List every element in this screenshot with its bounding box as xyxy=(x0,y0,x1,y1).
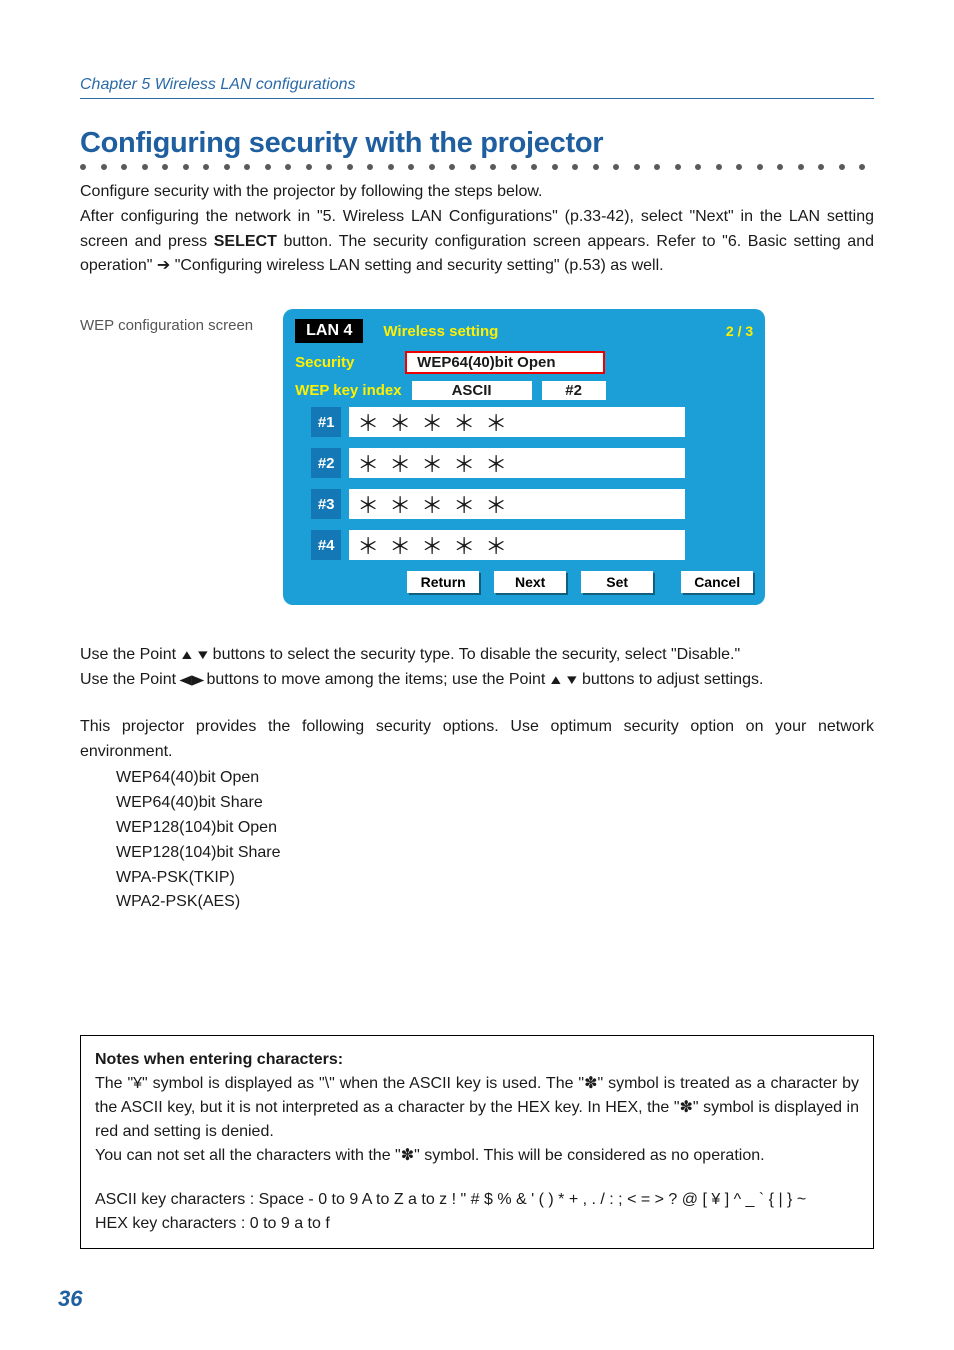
cancel-button[interactable]: Cancel xyxy=(681,571,753,593)
security-label: Security xyxy=(295,354,395,371)
text-fragment: buttons to move among the items; use the… xyxy=(202,671,550,688)
key-row-4: #4 ＊＊＊＊＊ xyxy=(311,530,753,560)
key-input-1[interactable]: ＊＊＊＊＊ xyxy=(349,407,685,437)
security-options-list: WEP64(40)bit Open WEP64(40)bit Share WEP… xyxy=(116,766,874,915)
section-title: Configuring security with the projector xyxy=(80,127,874,160)
up-down-triangles-icon: ▲▼ xyxy=(178,645,210,666)
page-indicator: 2 / 3 xyxy=(726,323,753,339)
security-value-box[interactable]: WEP64(40)bit Open xyxy=(405,351,605,374)
notes-p3: ASCII key characters : Space - 0 to 9 A … xyxy=(95,1188,859,1212)
set-button[interactable]: Set xyxy=(581,571,653,593)
intro-paragraph: Configure security with the projector by… xyxy=(80,180,874,279)
text-fragment: "Configuring wireless LAN setting and se… xyxy=(170,257,663,274)
text-fragment: buttons to adjust settings. xyxy=(578,671,764,688)
key-num-2: #2 xyxy=(311,448,341,478)
text-fragment: buttons to select the security type. To … xyxy=(208,646,740,663)
screenshot-caption: WEP configuration screen xyxy=(80,317,253,334)
text-fragment: Use the Point xyxy=(80,646,181,663)
dotted-separator xyxy=(80,164,874,170)
body-p1: Use the Point ▲▼ buttons to select the s… xyxy=(80,643,874,668)
wep-key-index-row: WEP key index ASCII #2 xyxy=(295,381,753,400)
key-row-1: #1 ＊＊＊＊＊ xyxy=(311,407,753,437)
dialog-header-row: LAN 4 Wireless setting 2 / 3 xyxy=(295,319,753,343)
key-row-2: #2 ＊＊＊＊＊ xyxy=(311,448,753,478)
text-fragment: Use the Point xyxy=(80,671,181,688)
key-index-value-box[interactable]: #2 xyxy=(542,381,606,400)
key-input-4[interactable]: ＊＊＊＊＊ xyxy=(349,530,685,560)
option-item: WEP64(40)bit Share xyxy=(116,791,874,816)
body-p2: Use the Point ◀▶ buttons to move among t… xyxy=(80,668,874,693)
return-button[interactable]: Return xyxy=(407,571,479,593)
next-button[interactable]: Next xyxy=(494,571,566,593)
intro-line1: Configure security with the projector by… xyxy=(80,180,874,205)
notes-box: Notes when entering characters: The "¥" … xyxy=(80,1035,874,1249)
notes-p2: You can not set all the characters with … xyxy=(95,1144,859,1168)
security-row: Security WEP64(40)bit Open xyxy=(295,351,753,374)
key-num-3: #3 xyxy=(311,489,341,519)
wireless-setting-label: Wireless setting xyxy=(383,323,498,340)
option-item: WPA-PSK(TKIP) xyxy=(116,866,874,891)
key-num-1: #1 xyxy=(311,407,341,437)
ascii-value-box[interactable]: ASCII xyxy=(412,381,532,400)
dialog-button-row: Return Next Set Cancel xyxy=(295,571,753,593)
arrow-icon: ➔ xyxy=(157,257,170,274)
key-input-3[interactable]: ＊＊＊＊＊ xyxy=(349,489,685,519)
page-number: 36 xyxy=(58,1286,82,1312)
notes-title: Notes when entering characters: xyxy=(95,1048,859,1072)
notes-p1: The "¥" symbol is displayed as "\" when … xyxy=(95,1072,859,1144)
option-item: WEP64(40)bit Open xyxy=(116,766,874,791)
chapter-header: Chapter 5 Wireless LAN configurations xyxy=(80,76,874,94)
key-input-2[interactable]: ＊＊＊＊＊ xyxy=(349,448,685,478)
body-paragraphs: Use the Point ▲▼ buttons to select the s… xyxy=(80,643,874,915)
intro-line2: After configuring the network in "5. Wir… xyxy=(80,205,874,279)
option-item: WEP128(104)bit Share xyxy=(116,841,874,866)
select-bold: SELECT xyxy=(214,233,277,250)
option-item: WEP128(104)bit Open xyxy=(116,816,874,841)
key-row-3: #3 ＊＊＊＊＊ xyxy=(311,489,753,519)
notes-p4: HEX key characters : 0 to 9 a to f xyxy=(95,1212,859,1236)
key-num-4: #4 xyxy=(311,530,341,560)
left-right-triangles-icon: ◀▶ xyxy=(179,670,204,691)
up-down-triangles-icon: ▲▼ xyxy=(548,670,580,691)
option-item: WPA2-PSK(AES) xyxy=(116,890,874,915)
lan-label: LAN 4 xyxy=(295,319,363,343)
wep-index-label: WEP key index xyxy=(295,382,401,399)
wep-config-dialog: LAN 4 Wireless setting 2 / 3 Security WE… xyxy=(283,309,765,605)
body-p3: This projector provides the following se… xyxy=(80,715,874,765)
chapter-separator xyxy=(80,98,874,99)
